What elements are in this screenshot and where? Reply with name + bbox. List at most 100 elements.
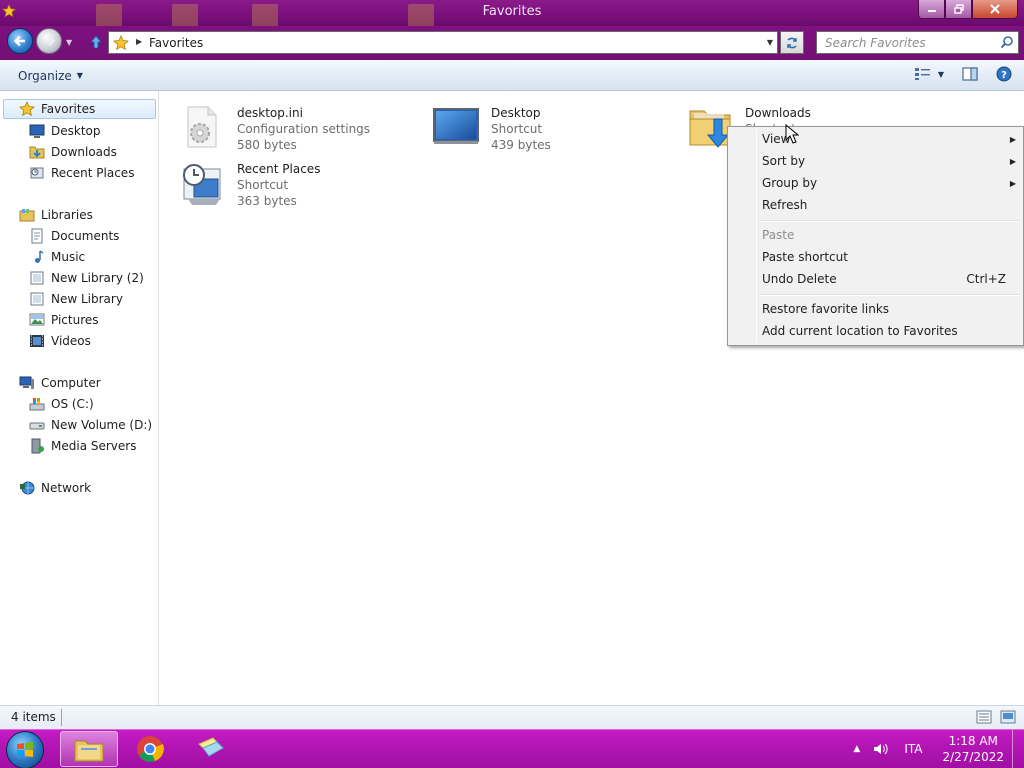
up-arrow-icon <box>90 35 102 49</box>
sidebar-item-label: Downloads <box>51 145 117 159</box>
language-indicator[interactable]: ITA <box>904 742 922 756</box>
sidebar-item-downloads[interactable]: Downloads <box>29 142 117 162</box>
menu-item-group-by[interactable]: Group by ▶ <box>762 172 1020 194</box>
sticky-notes-icon <box>198 737 224 757</box>
menu-item-refresh[interactable]: Refresh <box>762 194 1020 216</box>
up-button[interactable] <box>86 32 106 52</box>
menu-item-label: Paste shortcut <box>762 250 848 264</box>
organize-button[interactable]: Organize ▼ <box>12 66 89 85</box>
file-item-recent-places[interactable]: Recent Places Shortcut 363 bytes <box>166 153 406 208</box>
start-button[interactable] <box>6 731 44 768</box>
videos-icon <box>30 335 44 347</box>
breadcrumb-chevron-icon[interactable]: ▶ <box>136 37 142 46</box>
sidebar-item-documents[interactable]: Documents <box>29 226 119 246</box>
sidebar-item-label: New Library <box>51 292 123 306</box>
command-bar: Organize ▼ ▼ ? <box>0 60 1024 91</box>
sidebar-item-media-servers[interactable]: Media Servers <box>29 436 136 456</box>
menu-item-label: Restore favorite links <box>762 302 890 316</box>
sidebar-item-computer[interactable]: Computer <box>19 373 101 393</box>
address-history-dropdown-icon[interactable]: ▼ <box>767 38 773 47</box>
media-server-icon <box>31 438 44 454</box>
clock-date: 2/27/2022 <box>942 750 1004 764</box>
back-button[interactable] <box>7 28 33 54</box>
menu-item-paste: Paste <box>762 224 1020 246</box>
file-item-desktop-ini[interactable]: desktop.ini Configuration settings 580 b… <box>166 97 406 152</box>
submenu-arrow-icon: ▶ <box>1009 156 1016 166</box>
details-view-icon[interactable] <box>976 710 992 724</box>
library-icon <box>30 292 44 306</box>
drive-icon <box>29 422 45 430</box>
restore-icon <box>953 4 964 14</box>
taskbar-chrome-button[interactable] <box>121 731 179 767</box>
sidebar-item-libraries[interactable]: Libraries <box>19 205 93 225</box>
submenu-arrow-icon: ▶ <box>1009 134 1016 144</box>
navigation-pane: Favorites Desktop Downloads Recent Place… <box>0 91 159 705</box>
libraries-icon <box>19 209 35 222</box>
chevron-down-icon: ▼ <box>937 69 944 79</box>
menu-item-restore-favorite-links[interactable]: Restore favorite links <box>762 298 1020 320</box>
menu-item-label: Add current location to Favorites <box>762 324 958 338</box>
close-button[interactable] <box>972 0 1018 19</box>
menu-item-view[interactable]: View ▶ <box>762 128 1020 150</box>
recent-pages-dropdown-icon[interactable]: ▼ <box>66 38 72 47</box>
sidebar-item-music[interactable]: Music <box>29 247 85 267</box>
title-bar[interactable]: Favorites <box>0 0 1024 34</box>
search-box[interactable] <box>816 31 1019 54</box>
breadcrumb-location[interactable]: Favorites <box>149 36 203 50</box>
large-icons-view-icon[interactable] <box>1000 710 1016 724</box>
taskbar: ▲ ITA 1:18 AM 2/27/2022 <box>0 729 1024 768</box>
downloads-folder-icon <box>29 146 45 159</box>
search-icon[interactable] <box>1000 35 1014 49</box>
address-bar[interactable]: ▶ Favorites ▼ <box>108 31 778 54</box>
help-icon[interactable]: ? <box>996 66 1012 82</box>
favorites-star-icon <box>113 35 129 51</box>
menu-item-paste-shortcut[interactable]: Paste shortcut <box>762 246 1020 268</box>
preview-pane-icon[interactable] <box>962 67 978 81</box>
recent-places-icon <box>183 164 221 205</box>
search-input[interactable] <box>817 32 993 53</box>
sidebar-item-pictures[interactable]: Pictures <box>29 310 99 330</box>
sidebar-item-favorites[interactable]: Favorites <box>3 99 156 119</box>
forward-button[interactable] <box>36 28 62 54</box>
sidebar-item-label: Network <box>41 481 92 495</box>
menu-item-sort-by[interactable]: Sort by ▶ <box>762 150 1020 172</box>
forward-arrow-icon <box>44 35 56 47</box>
menu-item-label: Refresh <box>762 198 808 212</box>
refresh-button[interactable] <box>780 31 804 54</box>
file-size: 580 bytes <box>237 138 297 152</box>
system-drive-icon <box>29 398 45 411</box>
menu-item-undo-delete[interactable]: Undo Delete Ctrl+Z <box>762 268 1020 290</box>
sidebar-item-recent-places[interactable]: Recent Places <box>29 163 134 183</box>
sidebar-item-label: Computer <box>41 376 101 390</box>
minimize-icon <box>927 10 936 12</box>
sidebar-item-new-library-2[interactable]: New Library (2) <box>29 268 144 288</box>
change-view-button[interactable]: ▼ <box>914 67 944 81</box>
network-icon <box>20 481 35 495</box>
restore-button[interactable] <box>945 0 972 19</box>
sidebar-item-os-c[interactable]: OS (C:) <box>29 394 94 414</box>
system-tray: ▲ ITA 1:18 AM 2/27/2022 <box>853 730 1024 768</box>
file-size: 363 bytes <box>237 194 297 208</box>
show-hidden-icons-icon[interactable]: ▲ <box>853 744 860 754</box>
sidebar-item-videos[interactable]: Videos <box>29 331 91 351</box>
clock[interactable]: 1:18 AM 2/27/2022 <box>942 733 1004 765</box>
file-explorer-icon <box>74 740 104 762</box>
menu-item-add-current-location[interactable]: Add current location to Favorites <box>762 320 1020 342</box>
sidebar-item-new-library[interactable]: New Library <box>29 289 123 309</box>
sidebar-item-label: New Library (2) <box>51 271 144 285</box>
menu-item-label: Undo Delete <box>762 272 837 286</box>
sidebar-item-label: OS (C:) <box>51 397 94 411</box>
taskbar-sticky-notes-button[interactable] <box>182 731 240 767</box>
sidebar-item-network[interactable]: Network <box>19 478 91 498</box>
file-item-desktop[interactable]: Desktop Shortcut 439 bytes <box>420 97 660 152</box>
favorites-star-icon <box>19 101 35 117</box>
pictures-icon <box>29 313 45 326</box>
taskbar-explorer-button[interactable] <box>60 731 118 767</box>
sidebar-item-desktop[interactable]: Desktop <box>29 121 101 141</box>
sidebar-item-label: Libraries <box>41 208 93 222</box>
window-title: Favorites <box>482 4 542 19</box>
volume-icon[interactable] <box>872 741 890 757</box>
sidebar-item-new-volume-d[interactable]: New Volume (D:) <box>29 415 152 435</box>
show-desktop-button[interactable] <box>1012 730 1024 768</box>
minimize-button[interactable] <box>918 0 945 19</box>
